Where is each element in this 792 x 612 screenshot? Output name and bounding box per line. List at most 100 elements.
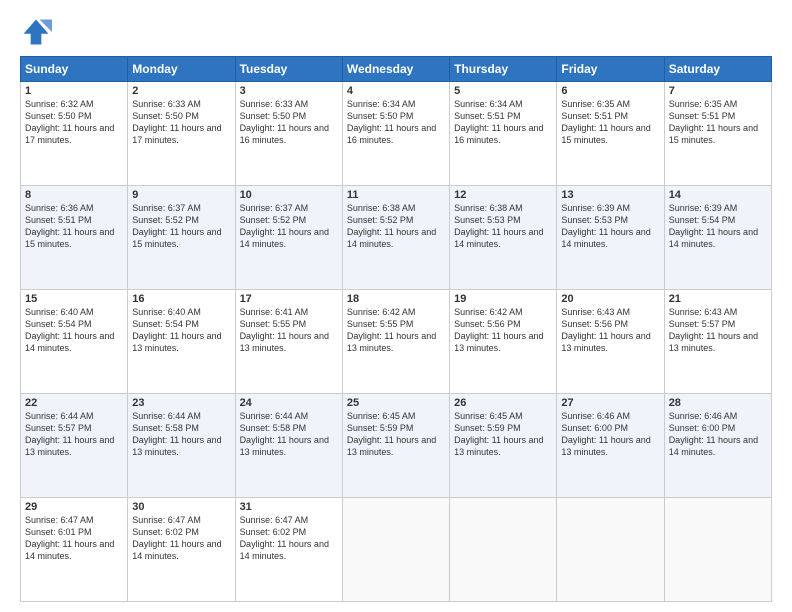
- calendar-header-cell: Wednesday: [342, 57, 449, 82]
- calendar-day-cell: 21Sunrise: 6:43 AMSunset: 5:57 PMDayligh…: [664, 290, 771, 394]
- day-info: Sunrise: 6:39 AMSunset: 5:53 PMDaylight:…: [561, 202, 659, 251]
- day-info: Sunrise: 6:37 AMSunset: 5:52 PMDaylight:…: [240, 202, 338, 251]
- day-number: 12: [454, 189, 552, 201]
- calendar-day-cell: 24Sunrise: 6:44 AMSunset: 5:58 PMDayligh…: [235, 394, 342, 498]
- calendar-day-cell: 23Sunrise: 6:44 AMSunset: 5:58 PMDayligh…: [128, 394, 235, 498]
- day-info: Sunrise: 6:33 AMSunset: 5:50 PMDaylight:…: [240, 98, 338, 147]
- day-number: 20: [561, 293, 659, 305]
- calendar-day-cell: 31Sunrise: 6:47 AMSunset: 6:02 PMDayligh…: [235, 498, 342, 602]
- calendar-day-cell: 1Sunrise: 6:32 AMSunset: 5:50 PMDaylight…: [21, 82, 128, 186]
- calendar-day-cell: 2Sunrise: 6:33 AMSunset: 5:50 PMDaylight…: [128, 82, 235, 186]
- day-number: 25: [347, 397, 445, 409]
- calendar-day-cell: 28Sunrise: 6:46 AMSunset: 6:00 PMDayligh…: [664, 394, 771, 498]
- calendar-day-cell: 30Sunrise: 6:47 AMSunset: 6:02 PMDayligh…: [128, 498, 235, 602]
- header: [20, 16, 772, 48]
- calendar-header-cell: Sunday: [21, 57, 128, 82]
- day-number: 10: [240, 189, 338, 201]
- day-info: Sunrise: 6:33 AMSunset: 5:50 PMDaylight:…: [132, 98, 230, 147]
- calendar-day-cell: [557, 498, 664, 602]
- day-info: Sunrise: 6:43 AMSunset: 5:57 PMDaylight:…: [669, 306, 767, 355]
- day-info: Sunrise: 6:38 AMSunset: 5:52 PMDaylight:…: [347, 202, 445, 251]
- calendar-header-cell: Saturday: [664, 57, 771, 82]
- calendar-day-cell: 3Sunrise: 6:33 AMSunset: 5:50 PMDaylight…: [235, 82, 342, 186]
- day-info: Sunrise: 6:46 AMSunset: 6:00 PMDaylight:…: [669, 410, 767, 459]
- day-number: 14: [669, 189, 767, 201]
- calendar-day-cell: 22Sunrise: 6:44 AMSunset: 5:57 PMDayligh…: [21, 394, 128, 498]
- calendar-day-cell: 29Sunrise: 6:47 AMSunset: 6:01 PMDayligh…: [21, 498, 128, 602]
- day-info: Sunrise: 6:40 AMSunset: 5:54 PMDaylight:…: [132, 306, 230, 355]
- day-number: 9: [132, 189, 230, 201]
- day-info: Sunrise: 6:42 AMSunset: 5:56 PMDaylight:…: [454, 306, 552, 355]
- calendar-day-cell: 26Sunrise: 6:45 AMSunset: 5:59 PMDayligh…: [450, 394, 557, 498]
- day-info: Sunrise: 6:45 AMSunset: 5:59 PMDaylight:…: [347, 410, 445, 459]
- calendar-day-cell: 19Sunrise: 6:42 AMSunset: 5:56 PMDayligh…: [450, 290, 557, 394]
- day-info: Sunrise: 6:47 AMSunset: 6:02 PMDaylight:…: [132, 514, 230, 563]
- day-number: 21: [669, 293, 767, 305]
- calendar-body: 1Sunrise: 6:32 AMSunset: 5:50 PMDaylight…: [21, 82, 772, 602]
- day-info: Sunrise: 6:40 AMSunset: 5:54 PMDaylight:…: [25, 306, 123, 355]
- day-info: Sunrise: 6:35 AMSunset: 5:51 PMDaylight:…: [669, 98, 767, 147]
- calendar-table: SundayMondayTuesdayWednesdayThursdayFrid…: [20, 56, 772, 602]
- calendar-day-cell: 14Sunrise: 6:39 AMSunset: 5:54 PMDayligh…: [664, 186, 771, 290]
- day-info: Sunrise: 6:45 AMSunset: 5:59 PMDaylight:…: [454, 410, 552, 459]
- calendar-day-cell: 15Sunrise: 6:40 AMSunset: 5:54 PMDayligh…: [21, 290, 128, 394]
- day-number: 3: [240, 85, 338, 97]
- calendar-header-cell: Friday: [557, 57, 664, 82]
- calendar-day-cell: [450, 498, 557, 602]
- day-info: Sunrise: 6:32 AMSunset: 5:50 PMDaylight:…: [25, 98, 123, 147]
- calendar-week-row: 22Sunrise: 6:44 AMSunset: 5:57 PMDayligh…: [21, 394, 772, 498]
- calendar-header-cell: Thursday: [450, 57, 557, 82]
- calendar-day-cell: 5Sunrise: 6:34 AMSunset: 5:51 PMDaylight…: [450, 82, 557, 186]
- day-number: 7: [669, 85, 767, 97]
- day-number: 18: [347, 293, 445, 305]
- day-number: 24: [240, 397, 338, 409]
- day-info: Sunrise: 6:44 AMSunset: 5:58 PMDaylight:…: [132, 410, 230, 459]
- calendar-header-row: SundayMondayTuesdayWednesdayThursdayFrid…: [21, 57, 772, 82]
- day-number: 19: [454, 293, 552, 305]
- calendar-day-cell: 20Sunrise: 6:43 AMSunset: 5:56 PMDayligh…: [557, 290, 664, 394]
- day-number: 29: [25, 501, 123, 513]
- logo-icon: [20, 16, 52, 48]
- day-number: 31: [240, 501, 338, 513]
- day-info: Sunrise: 6:44 AMSunset: 5:58 PMDaylight:…: [240, 410, 338, 459]
- day-number: 6: [561, 85, 659, 97]
- calendar-day-cell: [664, 498, 771, 602]
- calendar-header-cell: Monday: [128, 57, 235, 82]
- calendar-header-cell: Tuesday: [235, 57, 342, 82]
- day-number: 15: [25, 293, 123, 305]
- calendar-day-cell: 25Sunrise: 6:45 AMSunset: 5:59 PMDayligh…: [342, 394, 449, 498]
- day-info: Sunrise: 6:36 AMSunset: 5:51 PMDaylight:…: [25, 202, 123, 251]
- calendar-day-cell: 27Sunrise: 6:46 AMSunset: 6:00 PMDayligh…: [557, 394, 664, 498]
- calendar-day-cell: 9Sunrise: 6:37 AMSunset: 5:52 PMDaylight…: [128, 186, 235, 290]
- day-info: Sunrise: 6:38 AMSunset: 5:53 PMDaylight:…: [454, 202, 552, 251]
- day-info: Sunrise: 6:41 AMSunset: 5:55 PMDaylight:…: [240, 306, 338, 355]
- day-number: 1: [25, 85, 123, 97]
- calendar-day-cell: 7Sunrise: 6:35 AMSunset: 5:51 PMDaylight…: [664, 82, 771, 186]
- day-info: Sunrise: 6:37 AMSunset: 5:52 PMDaylight:…: [132, 202, 230, 251]
- day-info: Sunrise: 6:47 AMSunset: 6:02 PMDaylight:…: [240, 514, 338, 563]
- day-number: 16: [132, 293, 230, 305]
- day-info: Sunrise: 6:47 AMSunset: 6:01 PMDaylight:…: [25, 514, 123, 563]
- calendar-week-row: 8Sunrise: 6:36 AMSunset: 5:51 PMDaylight…: [21, 186, 772, 290]
- day-number: 17: [240, 293, 338, 305]
- page: SundayMondayTuesdayWednesdayThursdayFrid…: [0, 0, 792, 612]
- calendar-day-cell: 12Sunrise: 6:38 AMSunset: 5:53 PMDayligh…: [450, 186, 557, 290]
- calendar-day-cell: 11Sunrise: 6:38 AMSunset: 5:52 PMDayligh…: [342, 186, 449, 290]
- calendar-day-cell: 4Sunrise: 6:34 AMSunset: 5:50 PMDaylight…: [342, 82, 449, 186]
- day-info: Sunrise: 6:42 AMSunset: 5:55 PMDaylight:…: [347, 306, 445, 355]
- day-info: Sunrise: 6:46 AMSunset: 6:00 PMDaylight:…: [561, 410, 659, 459]
- calendar-day-cell: 18Sunrise: 6:42 AMSunset: 5:55 PMDayligh…: [342, 290, 449, 394]
- logo: [20, 16, 56, 48]
- day-info: Sunrise: 6:34 AMSunset: 5:50 PMDaylight:…: [347, 98, 445, 147]
- calendar-week-row: 15Sunrise: 6:40 AMSunset: 5:54 PMDayligh…: [21, 290, 772, 394]
- day-number: 23: [132, 397, 230, 409]
- day-number: 8: [25, 189, 123, 201]
- day-number: 11: [347, 189, 445, 201]
- calendar-day-cell: 8Sunrise: 6:36 AMSunset: 5:51 PMDaylight…: [21, 186, 128, 290]
- calendar-day-cell: 13Sunrise: 6:39 AMSunset: 5:53 PMDayligh…: [557, 186, 664, 290]
- day-number: 28: [669, 397, 767, 409]
- day-info: Sunrise: 6:35 AMSunset: 5:51 PMDaylight:…: [561, 98, 659, 147]
- day-info: Sunrise: 6:34 AMSunset: 5:51 PMDaylight:…: [454, 98, 552, 147]
- day-number: 2: [132, 85, 230, 97]
- calendar-week-row: 29Sunrise: 6:47 AMSunset: 6:01 PMDayligh…: [21, 498, 772, 602]
